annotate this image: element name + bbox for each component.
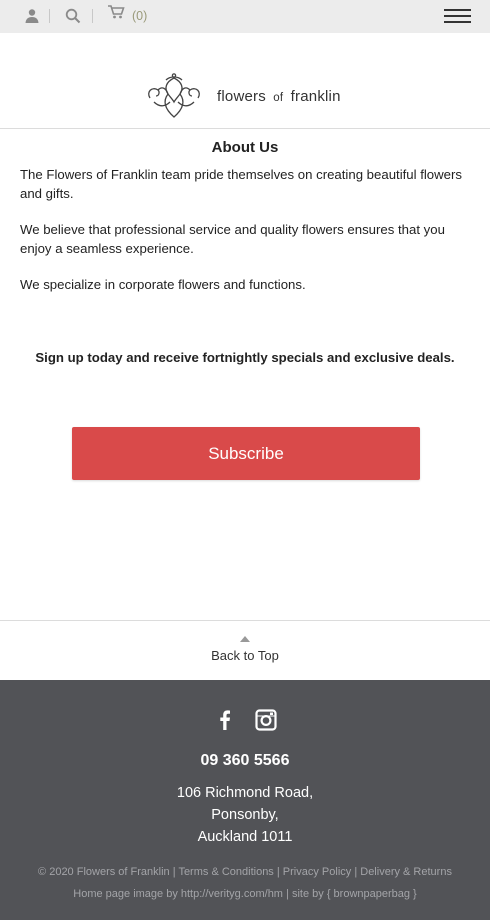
logo-word: of [273, 92, 284, 104]
address-line: Ponsonby, [211, 807, 279, 823]
about-paragraph: We specialize in corporate flowers and f… [20, 277, 306, 292]
divider [92, 9, 93, 23]
terms-link[interactable]: Terms & Conditions [178, 866, 273, 878]
back-to-top-link[interactable]: Back to Top [190, 636, 300, 668]
cart-count[interactable]: (0) [132, 9, 147, 23]
divider [49, 9, 50, 23]
top-bar: (0) [0, 0, 490, 33]
site-credit-link[interactable]: site by { brownpaperbag } [292, 888, 417, 900]
copyright-text: © 2020 Flowers of Franklin [38, 866, 170, 878]
logo-word: franklin [290, 88, 341, 105]
divider [0, 620, 490, 621]
site-logo[interactable]: flowers of franklin [144, 72, 354, 120]
delivery-link[interactable]: Delivery & Returns [360, 866, 452, 878]
separator: | [172, 866, 176, 878]
cart-icon[interactable] [107, 4, 125, 20]
page-title: About Us [211, 139, 279, 156]
instagram-icon[interactable] [255, 709, 277, 731]
divider [0, 128, 490, 129]
address-line: 106 Richmond Road, [176, 785, 314, 801]
phone-number[interactable]: 09 360 5566 [0, 752, 490, 770]
privacy-link[interactable]: Privacy Policy [283, 866, 351, 878]
search-icon[interactable] [65, 8, 81, 24]
logo-text: flowers of franklin [217, 88, 341, 105]
user-icon[interactable] [24, 8, 40, 24]
separator: | [276, 866, 280, 878]
facebook-icon[interactable] [214, 709, 236, 731]
arrow-up-icon [240, 636, 250, 642]
footer-links: © 2020 Flowers of Franklin | Terms & Con… [0, 866, 490, 878]
about-paragraph: The Flowers of Franklin team pride thems… [20, 167, 462, 201]
logo-word: flowers [217, 88, 266, 105]
subscribe-button[interactable]: Subscribe [72, 427, 420, 480]
menu-icon[interactable] [444, 9, 471, 25]
lotus-logo-icon [148, 73, 200, 118]
separator: | [354, 866, 358, 878]
separator: | [286, 888, 289, 900]
address-line: Auckland 1011 [197, 829, 293, 845]
signup-text: Sign up today and receive fortnightly sp… [35, 350, 455, 365]
image-credit-link[interactable]: Home page image by http://verityg.com/hm [73, 888, 283, 900]
footer-credits: Home page image by http://verityg.com/hm… [0, 888, 490, 900]
footer: 09 360 5566 106 Richmond Road, Ponsonby,… [0, 680, 490, 920]
back-to-top-label: Back to Top [211, 648, 279, 663]
about-paragraph: We believe that professional service and… [20, 222, 445, 256]
